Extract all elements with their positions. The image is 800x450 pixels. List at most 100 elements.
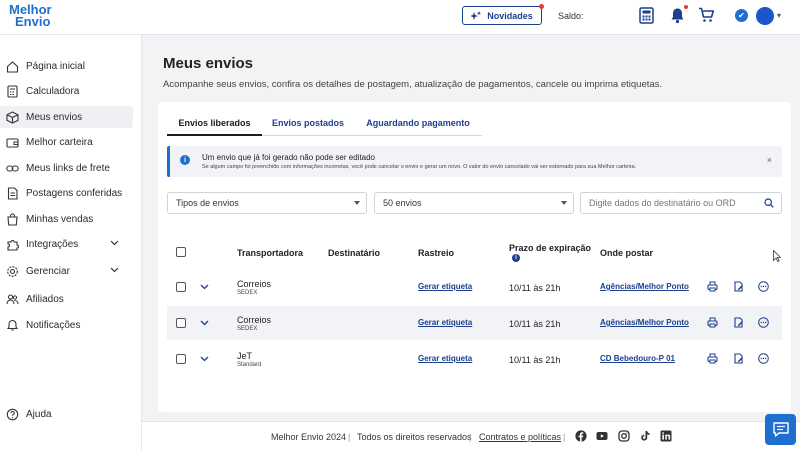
- sidebar-item-meus-envios[interactable]: Meus envios: [0, 106, 133, 128]
- chevron-down-icon: [110, 240, 119, 246]
- page-title: Meus envios: [163, 55, 254, 72]
- more-options-icon[interactable]: [758, 353, 769, 364]
- info-icon: i: [180, 155, 190, 165]
- sidebar: Página inicial Calculadora Meus envios M…: [0, 35, 142, 450]
- where-to-post-link[interactable]: CD Bebedouro-P 01: [600, 354, 675, 363]
- table-row[interactable]: JeT Standard Gerar etiqueta 10/11 às 21h …: [167, 342, 782, 376]
- print-icon[interactable]: [707, 317, 718, 328]
- alert-title: Um envio que já foi gerado não pode ser …: [202, 153, 376, 162]
- box-icon: [6, 110, 19, 124]
- sidebar-item-label: Melhor carteira: [26, 136, 93, 148]
- sidebar-item-notificacoes[interactable]: Notificações: [0, 314, 133, 336]
- tab-envios-postados[interactable]: Envios postados: [262, 116, 354, 136]
- carrier-cell: JeT Standard: [237, 351, 261, 368]
- chat-button[interactable]: [765, 414, 796, 445]
- print-icon[interactable]: [707, 353, 718, 364]
- sidebar-item-ajuda[interactable]: Ajuda: [0, 403, 133, 425]
- sidebar-item-label: Meus links de frete: [26, 162, 110, 174]
- sidebar-item-meus-links-de-frete[interactable]: Meus links de frete: [0, 157, 133, 179]
- users-icon: [6, 293, 19, 304]
- sidebar-item-label: Minhas vendas: [26, 213, 94, 225]
- footer-separator: |: [348, 432, 351, 442]
- sidebar-item-melhor-carteira[interactable]: Melhor carteira: [0, 131, 133, 153]
- table-header: Transportadora Destinatário Rastreio Pra…: [158, 238, 791, 266]
- tab-bar: Envios liberados Envios postados Aguarda…: [167, 116, 482, 136]
- cart-icon[interactable]: [698, 7, 715, 23]
- verified-check-icon: ✔: [735, 9, 748, 22]
- logo-line2: Envio: [15, 14, 51, 29]
- sidebar-item-gerenciar[interactable]: Gerenciar: [0, 260, 133, 282]
- row-checkbox[interactable]: [176, 318, 186, 328]
- sidebar-item-afiliados[interactable]: Afiliados: [0, 288, 133, 310]
- tab-envios-liberados[interactable]: Envios liberados: [167, 116, 262, 136]
- tab-aguardando-pagamento[interactable]: Aguardando pagamento: [354, 116, 482, 136]
- top-bar: Melhor Envio Novidades Saldo: ✔ ▾: [0, 0, 800, 35]
- sidebar-item-pagina-inicial[interactable]: Página inicial: [0, 55, 133, 77]
- chevron-down-icon[interactable]: ▾: [777, 11, 781, 20]
- sidebar-item-label: Calculadora: [26, 85, 80, 97]
- facebook-icon[interactable]: [575, 430, 587, 442]
- chevron-down-icon[interactable]: [200, 283, 209, 291]
- footer-terms-link[interactable]: Contratos e políticas: [479, 432, 561, 442]
- carrier-name: Correios: [237, 315, 272, 325]
- carrier-service: SEDEX: [237, 326, 258, 332]
- search-input[interactable]: [580, 192, 782, 214]
- sidebar-item-integracoes[interactable]: Integrações: [0, 233, 133, 255]
- shipments-card: Envios liberados Envios postados Aguarda…: [158, 102, 791, 412]
- instagram-icon[interactable]: [618, 430, 630, 442]
- dropdown-arrow-icon: [354, 201, 360, 205]
- sidebar-item-label: Afiliados: [26, 293, 64, 305]
- gerar-etiqueta-link[interactable]: Gerar etiqueta: [418, 318, 472, 327]
- col-destinatario: Destinatário: [328, 248, 381, 258]
- avatar[interactable]: [756, 7, 774, 25]
- novidades-label: Novidades: [487, 10, 533, 21]
- more-options-icon[interactable]: [758, 317, 769, 328]
- help-icon: [6, 408, 19, 420]
- melhor-envio-logo[interactable]: Melhor Envio: [9, 3, 57, 29]
- sidebar-item-label: Postagens conferidas: [26, 187, 123, 199]
- footer: Melhor Envio 2024 | Todos os direitos re…: [142, 421, 800, 450]
- youtube-icon[interactable]: [596, 430, 608, 442]
- print-icon[interactable]: [707, 281, 718, 292]
- tiktok-icon[interactable]: [639, 430, 651, 442]
- linkedin-icon[interactable]: [660, 430, 672, 442]
- where-to-post-link[interactable]: Agências/Melhor Ponto: [600, 282, 689, 291]
- more-options-icon[interactable]: [758, 281, 769, 292]
- gerar-etiqueta-link[interactable]: Gerar etiqueta: [418, 354, 472, 363]
- shipment-type-value: Tipos de envios: [176, 198, 239, 208]
- page-size-select[interactable]: 50 envios: [374, 192, 574, 214]
- where-to-post-link[interactable]: Agências/Melhor Ponto: [600, 318, 689, 327]
- footer-separator: |: [563, 432, 566, 442]
- expiry-cell: 10/11 às 21h: [509, 319, 561, 329]
- shopping-bag-icon: [7, 212, 18, 226]
- sidebar-item-minhas-vendas[interactable]: Minhas vendas: [0, 208, 133, 230]
- close-icon[interactable]: ×: [767, 155, 772, 165]
- sidebar-item-label: Meus envios: [26, 111, 83, 123]
- edit-document-icon[interactable]: [733, 281, 744, 292]
- dropdown-arrow-icon: [561, 201, 567, 205]
- sidebar-item-calculadora[interactable]: Calculadora: [0, 80, 133, 102]
- row-checkbox[interactable]: [176, 354, 186, 364]
- home-icon: [6, 60, 19, 73]
- chevron-down-icon[interactable]: [200, 355, 209, 363]
- search-icon[interactable]: [764, 198, 774, 208]
- puzzle-icon: [7, 239, 19, 251]
- col-rastreio: Rastreio: [418, 248, 455, 258]
- calculator-icon: [7, 84, 18, 98]
- gerar-etiqueta-link[interactable]: Gerar etiqueta: [418, 282, 472, 291]
- info-icon[interactable]: i: [512, 254, 520, 262]
- shipment-type-select[interactable]: Tipos de envios: [167, 192, 367, 214]
- select-all-checkbox[interactable]: [176, 247, 186, 257]
- notification-badge: [684, 5, 688, 9]
- edit-document-icon[interactable]: [733, 317, 744, 328]
- table-row[interactable]: Correios SEDEX Gerar etiqueta 10/11 às 21…: [167, 270, 782, 304]
- edit-document-icon[interactable]: [733, 353, 744, 364]
- novidades-button[interactable]: Novidades: [462, 4, 544, 25]
- footer-brand: Melhor Envio 2024: [271, 432, 347, 442]
- bell-icon[interactable]: [670, 7, 685, 24]
- sidebar-item-postagens-conferidas[interactable]: Postagens conferidas: [0, 182, 133, 204]
- row-checkbox[interactable]: [176, 282, 186, 292]
- chevron-down-icon[interactable]: [200, 319, 209, 327]
- table-row[interactable]: Correios SEDEX Gerar etiqueta 10/11 às 21…: [167, 306, 782, 340]
- calculator-icon[interactable]: [639, 7, 654, 24]
